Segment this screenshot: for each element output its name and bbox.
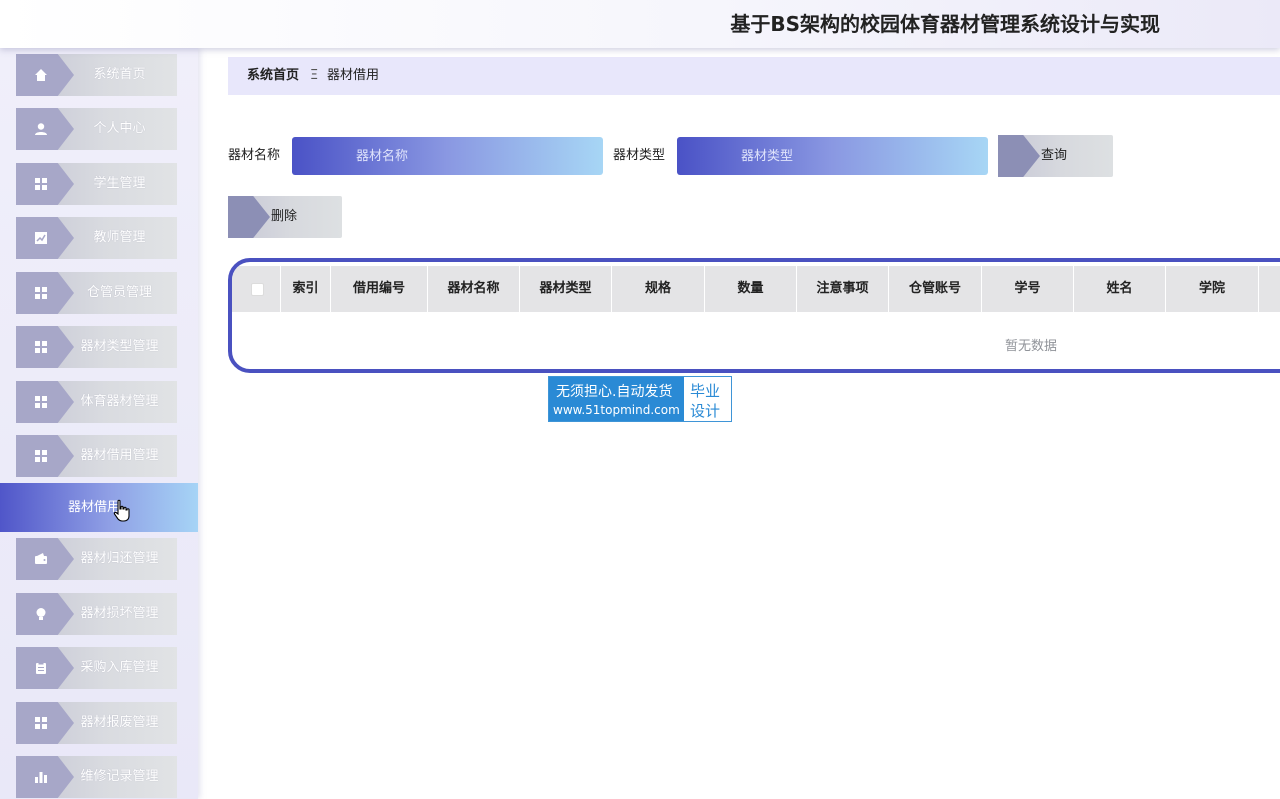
column-header-extra [1259,266,1280,312]
grid-icon [32,393,50,411]
sidebar-item-borrow-management[interactable]: 器材借用管理 [16,435,177,477]
sidebar-item-label: 器材归还管理 [80,551,159,566]
watermark-badge: 无须担心.自动发货 www.51topmind.com 毕业 设计 [548,376,732,422]
column-header[interactable]: 器材名称 [428,266,520,312]
watermark-right1: 毕业 [690,382,721,400]
watermark-right2: 设计 [690,402,721,420]
column-header[interactable]: 仓管账号 [889,266,982,312]
select-all-cell [232,266,281,312]
breadcrumb-home-link[interactable]: 系统首页 [247,57,299,95]
sidebar-item-label: 采购入库管理 [80,660,159,675]
sidebar-item-label: 个人中心 [93,121,146,136]
grid-icon [32,714,50,732]
user-icon [32,120,50,138]
watermark-url: www.51topmind.com [553,403,680,417]
empty-state-text: 暂无数据 [1005,339,1058,354]
wallet-icon [32,550,50,568]
column-header[interactable]: 注意事项 [797,266,889,312]
bulb-icon [32,605,50,623]
sidebar-item-home[interactable]: 系统首页 [16,54,177,96]
column-header[interactable]: 规格 [612,266,705,312]
equipment-type-input[interactable] [677,137,988,175]
clipboard-icon [32,659,50,677]
query-button[interactable]: 查询 [998,135,1113,177]
sidebar-item-label: 学生管理 [93,176,146,191]
mouse-cursor-icon [113,499,131,523]
system-title: 基于BS架构的校园体育器材管理系统设计与实现 [730,12,1160,36]
breadcrumb-current: 器材借用 [327,68,380,83]
column-header[interactable]: 借用编号 [331,266,428,312]
sidebar-item-purchase-management[interactable]: 采购入库管理 [16,647,177,689]
sidebar: 系统首页 个人中心 学生管理 教师管理 仓管员管理 器材类型管理 体育器材管理 … [0,48,198,799]
table-header: 索引 借用编号 器材名称 器材类型 规格 数量 注意事项 仓管账号 学号 姓名 … [232,266,1280,312]
sidebar-item-label: 体育器材管理 [80,394,159,409]
sidebar-item-teachers[interactable]: 教师管理 [16,217,177,259]
equipment-name-label: 器材名称 [228,148,281,163]
chart-line-icon [32,229,50,247]
column-header[interactable]: 学号 [982,266,1074,312]
sidebar-item-label: 仓管员管理 [86,285,152,300]
sidebar-item-damage-management[interactable]: 器材损坏管理 [16,593,177,635]
top-header: 基于BS架构的校园体育器材管理系统设计与实现 [0,0,1280,48]
sidebar-item-label: 器材类型管理 [80,339,159,354]
sidebar-item-scrap-management[interactable]: 器材报废管理 [16,702,177,744]
home-icon [32,66,50,84]
watermark-line1: 无须担心.自动发货 [556,384,673,400]
sidebar-item-sports-equipment[interactable]: 体育器材管理 [16,381,177,423]
query-button-label: 查询 [1041,148,1068,163]
sidebar-item-label: 教师管理 [93,230,146,245]
sidebar-item-profile[interactable]: 个人中心 [16,108,177,150]
sidebar-item-return-management[interactable]: 器材归还管理 [16,538,177,580]
grid-icon [32,447,50,465]
column-header[interactable]: 姓名 [1074,266,1166,312]
sidebar-item-students[interactable]: 学生管理 [16,163,177,205]
sidebar-item-equipment-types[interactable]: 器材类型管理 [16,326,177,368]
select-all-checkbox[interactable] [251,283,264,296]
delete-button[interactable]: 删除 [228,196,342,238]
sidebar-item-label: 维修记录管理 [80,769,159,784]
column-header[interactable]: 数量 [705,266,797,312]
sidebar-subitem-borrow[interactable]: 器材借用 [0,483,198,532]
borrow-table: 索引 借用编号 器材名称 器材类型 规格 数量 注意事项 仓管账号 学号 姓名 … [228,258,1280,373]
equipment-type-label: 器材类型 [613,148,666,163]
breadcrumb: 系统首页 Ξ 器材借用 [228,57,1280,95]
sidebar-item-repair-records[interactable]: 维修记录管理 [16,756,177,798]
sidebar-item-warehouse-staff[interactable]: 仓管员管理 [16,272,177,314]
grid-icon [32,338,50,356]
sidebar-item-label: 器材借用管理 [80,448,159,463]
delete-button-label: 删除 [271,209,298,224]
bar-chart-icon [32,768,50,786]
sidebar-item-label: 器材损坏管理 [80,606,159,621]
button-arrow-icon [998,135,1040,177]
sidebar-item-label: 系统首页 [93,67,146,82]
column-header[interactable]: 索引 [281,266,331,312]
column-header[interactable]: 器材类型 [520,266,612,312]
grid-icon [32,175,50,193]
column-header[interactable]: 学院 [1166,266,1259,312]
equipment-name-input[interactable] [292,137,603,175]
sidebar-item-label: 器材报废管理 [80,715,159,730]
breadcrumb-separator-icon: Ξ [310,68,319,83]
grid-icon [32,284,50,302]
button-arrow-icon [228,196,270,238]
